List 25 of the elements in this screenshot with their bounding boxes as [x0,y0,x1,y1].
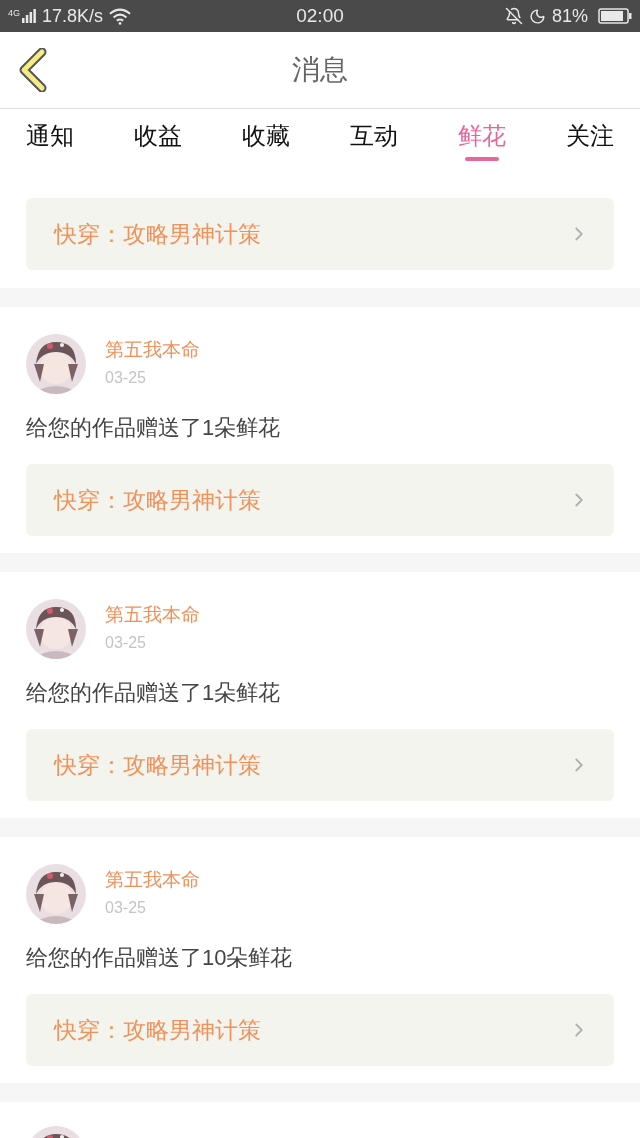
wifi-icon [109,7,132,25]
tab[interactable]: 关注 [566,109,614,161]
date: 03-25 [105,633,147,653]
battery-icon [598,8,632,24]
tab[interactable]: 收益 [134,109,182,161]
user-name: 第五我本命 [105,603,200,627]
moon-icon [528,7,546,25]
clock: 02:00 [295,3,345,28]
message-text: 给您的作品赠送了1朵鲜花 [26,679,282,707]
signal-icon [22,9,36,23]
bell-off-icon [504,7,523,25]
network-type: 4G [8,8,20,18]
battery-percent: 81% [551,4,588,28]
message-text: 给您的作品赠送了10朵鲜花 [26,944,294,972]
user-name: 第五我本命 [105,338,200,362]
tab[interactable]: 互动 [350,109,398,161]
date: 03-25 [105,368,147,388]
page-title: 消息 [292,53,348,87]
user-name: 第五我本命 [105,868,200,892]
tab[interactable]: 通知 [26,109,74,161]
tab[interactable]: 收藏 [242,109,290,161]
network-speed: 17.8K/s [42,4,104,28]
back-button[interactable] [18,48,48,92]
message-text: 给您的作品赠送了1朵鲜花 [26,414,282,442]
date: 03-25 [105,898,147,918]
